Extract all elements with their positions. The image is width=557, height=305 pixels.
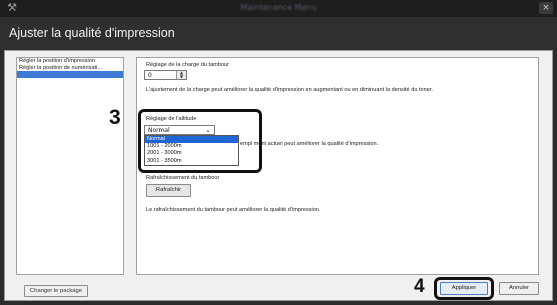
drum-charge-value: 0 xyxy=(148,72,152,79)
drum-refresh-label: Rafraîchissement du tambour xyxy=(146,175,220,181)
drum-charge-description: L'ajustement de la charge peut améliorer… xyxy=(146,87,433,93)
step-4-number: 4 xyxy=(414,276,425,297)
stepper-arrows[interactable]: ▲ ▼ xyxy=(176,71,186,79)
page-header: Ajuster la qualité d'impression xyxy=(0,17,557,50)
refresh-button[interactable]: Rafraîchir xyxy=(146,184,191,197)
close-button[interactable]: × xyxy=(539,2,553,14)
page-title: Ajuster la qualité d'impression xyxy=(9,26,175,40)
change-package-button[interactable]: Changer le package xyxy=(24,285,88,297)
window-title: Maintenance Menu xyxy=(240,3,317,12)
drum-charge-label: Réglage de la charge du tambour xyxy=(146,62,230,68)
step-4-highlight xyxy=(434,277,494,300)
title-bar: ⚒ Maintenance Menu × xyxy=(0,0,557,17)
settings-list[interactable]: Régler la position d'impression Régler l… xyxy=(16,57,124,275)
maintenance-window: ⚒ Maintenance Menu × Ajuster la qualité … xyxy=(0,0,557,305)
stepper-down-icon[interactable]: ▼ xyxy=(177,75,186,79)
step-3-number: 3 xyxy=(109,106,121,129)
list-item-selected[interactable]: Ajuster la qualité d'impression xyxy=(17,71,123,78)
step-3-highlight xyxy=(138,109,262,173)
cancel-button[interactable]: Annuler xyxy=(499,282,539,295)
drum-charge-stepper[interactable]: 0 ▲ ▼ xyxy=(144,70,187,80)
drum-refresh-description: Le rafraîchissement du tambour peut amél… xyxy=(146,207,321,213)
